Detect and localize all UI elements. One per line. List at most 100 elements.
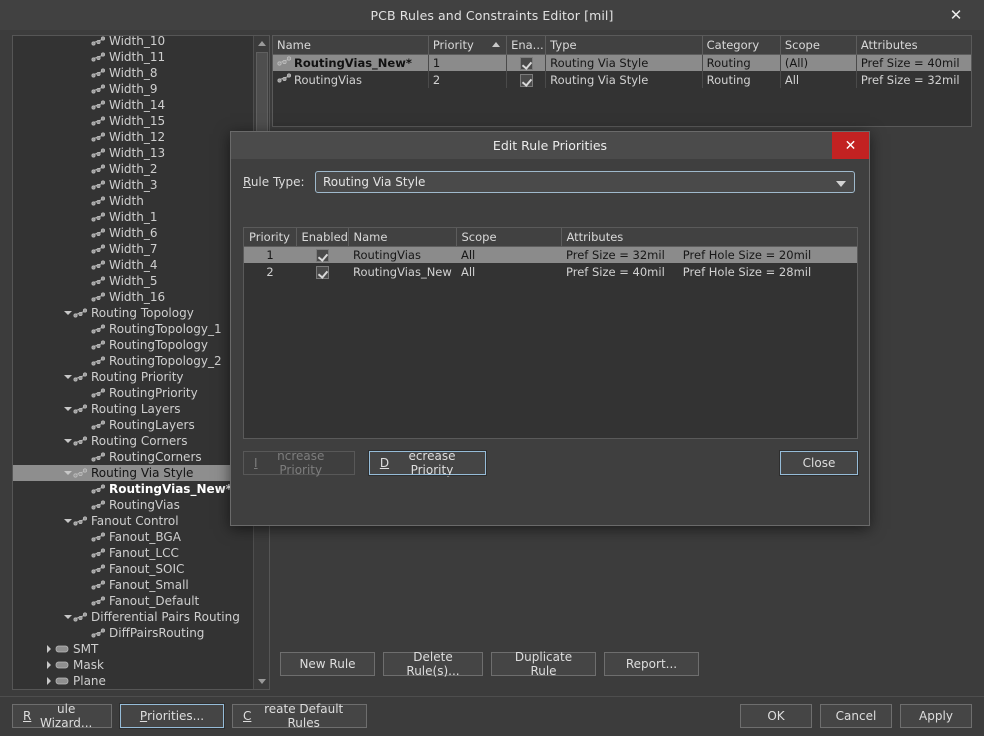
tree-item-width-11[interactable]: Width_11	[13, 49, 254, 65]
tree-item-fanout-control[interactable]: Fanout Control	[13, 513, 254, 529]
tree-item-routingtopology[interactable]: RoutingTopology	[13, 337, 254, 353]
expander-open-icon[interactable]	[62, 609, 73, 625]
table-row[interactable]: 1 RoutingVias All Pref Size = 32mil Pref Hol…	[244, 246, 857, 263]
tree-item-width-16[interactable]: Width_16	[13, 289, 254, 305]
tree-item-width-3[interactable]: Width_3	[13, 177, 254, 193]
table-row[interactable]: RoutingVias 2 Routing Via Style Routing All P…	[273, 71, 971, 88]
tree-item-label: Routing Topology	[91, 306, 194, 320]
tree-item-differential-pairs-routing[interactable]: Differential Pairs Routing	[13, 609, 254, 625]
tree-item-label: Width_15	[109, 114, 166, 128]
tree-item-routing-via-style[interactable]: Routing Via Style	[13, 465, 254, 481]
table-row[interactable]: RoutingVias_New* 1 Routing Via Style Routin…	[273, 54, 971, 71]
report-button[interactable]: Report...	[604, 652, 699, 676]
increase-priority-button[interactable]: Increase Priority	[243, 449, 355, 477]
rules-grid[interactable]: Name Priority Ena... Type Category Scope…	[272, 35, 972, 127]
col-enabled[interactable]: Ena...	[506, 36, 547, 55]
scroll-up-icon[interactable]	[254, 36, 269, 51]
expander-open-icon[interactable]	[62, 369, 73, 385]
cell-enabled[interactable]	[506, 54, 547, 71]
tree-item-width[interactable]: Width	[13, 193, 254, 209]
decrease-priority-button[interactable]: Decrease Priority	[367, 449, 487, 477]
dcol-attributes[interactable]: Attributes	[561, 228, 857, 247]
enabled-checkbox[interactable]	[315, 248, 329, 262]
tree-item-fanout-bga[interactable]: Fanout_BGA	[13, 529, 254, 545]
tree-item-fanout-lcc[interactable]: Fanout_LCC	[13, 545, 254, 561]
tree-item-routing-priority[interactable]: Routing Priority	[13, 369, 254, 385]
tree-item-width-15[interactable]: Width_15	[13, 113, 254, 129]
tree-item-width-7[interactable]: Width_7	[13, 241, 254, 257]
tree-item-width-4[interactable]: Width_4	[13, 257, 254, 273]
col-name[interactable]: Name	[273, 36, 429, 55]
rule-type-select[interactable]: Routing Via Style	[315, 171, 855, 193]
col-attributes[interactable]: Attributes	[856, 36, 971, 55]
tree-item-routingpriority[interactable]: RoutingPriority	[13, 385, 254, 401]
create-default-rules-button[interactable]: Create Default Rules	[232, 702, 367, 730]
priorities-grid[interactable]: Priority Enabled Name Scope Attributes 1…	[243, 227, 858, 439]
tree-item-width-9[interactable]: Width_9	[13, 81, 254, 97]
tree-item-routingvias[interactable]: RoutingVias	[13, 497, 254, 513]
table-row[interactable]: 2 RoutingVias_New All Pref Size = 40mil Pref…	[244, 263, 857, 280]
tree-item-diffpairsrouting[interactable]: DiffPairsRouting	[13, 625, 254, 641]
tree-item-plane[interactable]: Plane	[13, 673, 254, 689]
enabled-checkbox[interactable]	[519, 56, 533, 70]
tree-item-fanout-small[interactable]: Fanout_Small	[13, 577, 254, 593]
priorities-button[interactable]: Priorities...	[119, 703, 225, 729]
tree-item-routing-topology[interactable]: Routing Topology	[13, 305, 254, 321]
dialog-close-icon[interactable]: ✕	[832, 132, 869, 159]
expander-open-icon[interactable]	[62, 305, 73, 321]
window-close-icon[interactable]: ✕	[938, 0, 974, 30]
col-priority[interactable]: Priority	[428, 36, 508, 55]
expander-open-icon[interactable]	[62, 401, 73, 417]
tree-item-width-6[interactable]: Width_6	[13, 225, 254, 241]
delete-rules-button[interactable]: Delete Rule(s)...	[383, 650, 483, 678]
tree-item-routingvias-new[interactable]: RoutingVias_New*	[13, 481, 254, 497]
col-type[interactable]: Type	[545, 36, 703, 55]
duplicate-rule-button[interactable]: Duplicate Rule	[491, 650, 596, 678]
tree-item-width-12[interactable]: Width_12	[13, 129, 254, 145]
tree-item-mask[interactable]: Mask	[13, 657, 254, 673]
cancel-button[interactable]: Cancel	[820, 704, 892, 728]
tree-item-width-10[interactable]: Width_10	[13, 36, 254, 49]
tree-item-smt[interactable]: SMT	[13, 641, 254, 657]
tree-item-width-1[interactable]: Width_1	[13, 209, 254, 225]
dialog-close-button[interactable]: Close	[779, 450, 859, 476]
rule-wizard-button[interactable]: Rule Wizard...	[12, 702, 112, 730]
tree-item-routing-layers[interactable]: Routing Layers	[13, 401, 254, 417]
expander-closed-icon[interactable]	[44, 673, 55, 689]
col-scope[interactable]: Scope	[780, 36, 857, 55]
cell-enabled[interactable]	[296, 263, 348, 280]
tree-item-routinglayers[interactable]: RoutingLayers	[13, 417, 254, 433]
tree-item-width-8[interactable]: Width_8	[13, 65, 254, 81]
enabled-checkbox[interactable]	[315, 265, 329, 279]
tree-item-routingtopology-1[interactable]: RoutingTopology_1	[13, 321, 254, 337]
tree-item-routingtopology-2[interactable]: RoutingTopology_2	[13, 353, 254, 369]
footer-right-buttons: OK Cancel Apply	[740, 704, 972, 728]
enabled-checkbox[interactable]	[519, 73, 533, 87]
tree-item-routingcorners[interactable]: RoutingCorners	[13, 449, 254, 465]
tree-item-fanout-default[interactable]: Fanout_Default	[13, 593, 254, 609]
dcol-scope[interactable]: Scope	[456, 228, 562, 247]
apply-button[interactable]: Apply	[900, 704, 972, 728]
new-rule-button[interactable]: New Rule	[280, 652, 375, 676]
dcol-name[interactable]: Name	[348, 228, 457, 247]
expander-closed-icon[interactable]	[44, 641, 55, 657]
tree-item-width-5[interactable]: Width_5	[13, 273, 254, 289]
tree-item-width-2[interactable]: Width_2	[13, 161, 254, 177]
tree-item-width-14[interactable]: Width_14	[13, 97, 254, 113]
cell-enabled[interactable]	[506, 71, 547, 88]
expander-open-icon[interactable]	[62, 465, 73, 481]
ok-button[interactable]: OK	[740, 704, 812, 728]
expander-open-icon[interactable]	[62, 433, 73, 449]
scroll-down-icon[interactable]	[254, 674, 269, 689]
col-category[interactable]: Category	[702, 36, 781, 55]
cell-attributes: Pref Size = 32mil Pref Hole Size = 20mil	[561, 246, 857, 263]
tree-item-routing-corners[interactable]: Routing Corners	[13, 433, 254, 449]
cell-enabled[interactable]	[296, 246, 348, 263]
tree-item-width-13[interactable]: Width_13	[13, 145, 254, 161]
dcol-enabled[interactable]: Enabled	[296, 228, 349, 247]
tree-item-fanout-soic[interactable]: Fanout_SOIC	[13, 561, 254, 577]
dcol-priority[interactable]: Priority	[244, 228, 297, 247]
expander-open-icon[interactable]	[62, 513, 73, 529]
rule-tree-list[interactable]: Width_10 Width_11 Width_8 Width_9 Width_14 Wi…	[13, 36, 254, 689]
expander-closed-icon[interactable]	[44, 657, 55, 673]
